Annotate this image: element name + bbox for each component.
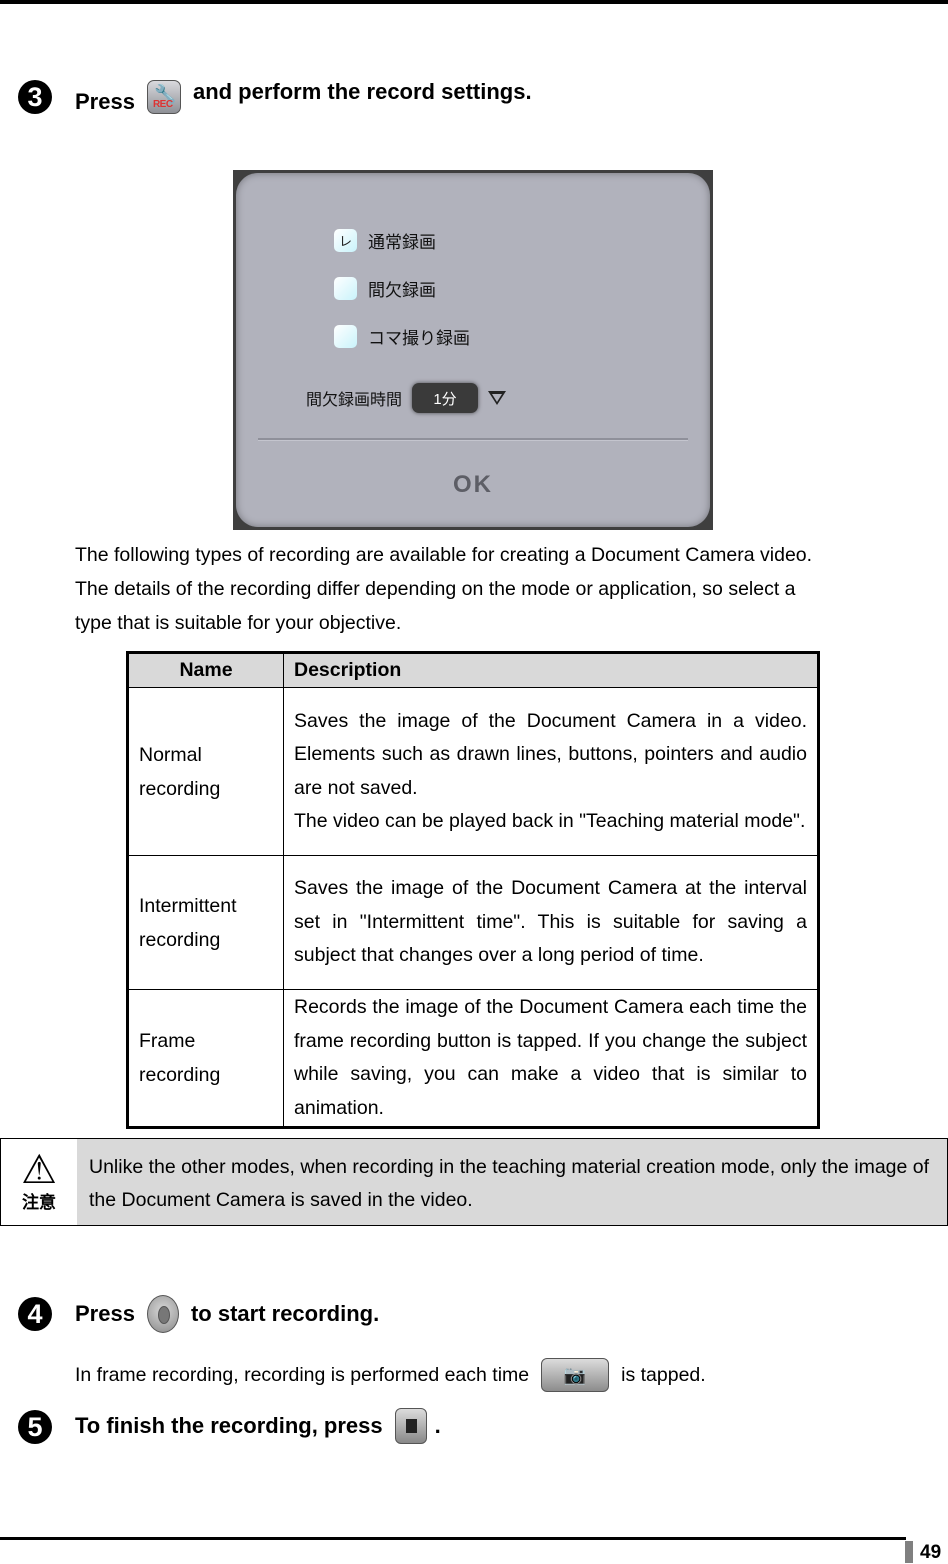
header-name: Name [127,652,284,688]
step-4-sub-after: is tapped. [621,1363,706,1386]
row-description: Saves the image of the Document Camera a… [283,855,819,990]
intro-line: The details of the recording differ depe… [75,578,796,600]
checkbox-intermittent-recording[interactable] [334,277,357,300]
row-name: Intermittent recording [127,855,284,990]
option-label: 通常録画 [368,233,436,252]
dialog-panel: レ 通常録画 間欠録画 コマ撮り録画 間欠録画時間 1分 OK [236,173,710,527]
top-rule [0,0,948,4]
record-settings-dialog: レ 通常録画 間欠録画 コマ撮り録画 間欠録画時間 1分 OK [233,170,713,530]
step-5-text: To finish the recording, press . [75,1406,441,1446]
intro-line: type that is suitable for your objective… [75,612,402,634]
stop-button-icon[interactable] [394,1408,427,1444]
step-number-5: 5 [18,1410,52,1444]
page-number: 49 [920,1542,942,1563]
step-5-before: To finish the recording, press [75,1413,383,1438]
table-row: Frame recording Records the image of the… [127,989,819,1128]
dialog-divider [258,438,688,441]
page-tab-marker [905,1541,913,1563]
tools-rec-settings-icon[interactable]: 🔧 REC [146,80,181,114]
step-4-after: to start recording. [190,1301,380,1326]
dropdown-triangle-icon[interactable] [488,391,507,405]
recording-types-table: Name Description Normal recording Saves … [126,651,820,1129]
step-4-text: Press to start recording. [75,1294,379,1334]
footer-rule [0,1537,906,1540]
interval-time-label: 間欠録画時間 [306,392,403,409]
option-label: コマ撮り録画 [368,329,470,348]
option-normal-recording[interactable]: レ 通常録画 [334,228,436,253]
checkbox-normal-recording[interactable]: レ [334,229,357,252]
option-label: 間欠録画 [368,281,436,300]
warning-triangle-icon: ⚠ [21,1147,57,1192]
row-name: Frame recording [127,989,284,1128]
frame-record-camera-icon[interactable]: 📷 [541,1358,610,1392]
caution-note: ⚠ 注意 Unlike the other modes, when record… [0,1138,948,1226]
row-description-text: Saves the image of the Document Camera i… [294,709,807,799]
option-frame-recording[interactable]: コマ撮り録画 [334,324,470,349]
row-name: Normal recording [127,687,284,856]
intro-paragraph: The following types of recording are ava… [75,538,812,640]
table-header-row: Name Description [127,652,819,688]
interval-time-select[interactable]: 1分 [412,383,479,413]
step-4-sub-before: In frame recording, recording is perform… [75,1363,530,1386]
interval-time-row: 間欠録画時間 1分 [306,383,507,413]
row-description: Saves the image of the Document Camera i… [283,687,819,856]
step-4-subtext: In frame recording, recording is perform… [75,1356,706,1394]
caution-icon: ⚠ 注意 [1,1139,77,1225]
step-5-after: . [434,1413,441,1438]
option-intermittent-recording[interactable]: 間欠録画 [334,276,436,301]
record-button-icon[interactable] [146,1295,179,1333]
step-4-before: Press [75,1301,135,1326]
step-3-after: and perform the record settings. [192,79,532,104]
header-description: Description [283,652,819,688]
caution-label: 注意 [22,1192,56,1212]
intro-line: The following types of recording are ava… [75,544,813,566]
checkbox-frame-recording[interactable] [334,325,357,348]
step-3-text: Press 🔧 REC and perform the record setti… [75,72,532,122]
table-row: Intermittent recording Saves the image o… [127,855,819,990]
step-number-3: 3 [18,80,52,114]
table-row: Normal recording Saves the image of the … [127,687,819,856]
row-description: Records the image of the Document Camera… [283,989,819,1128]
row-description-text-2: The video can be played back in "Teachin… [294,810,806,832]
ok-button[interactable]: OK [236,471,710,499]
caution-text: Unlike the other modes, when recording i… [77,1139,947,1225]
step-number-4: 4 [18,1297,52,1331]
step-3-before: Press [75,89,135,114]
